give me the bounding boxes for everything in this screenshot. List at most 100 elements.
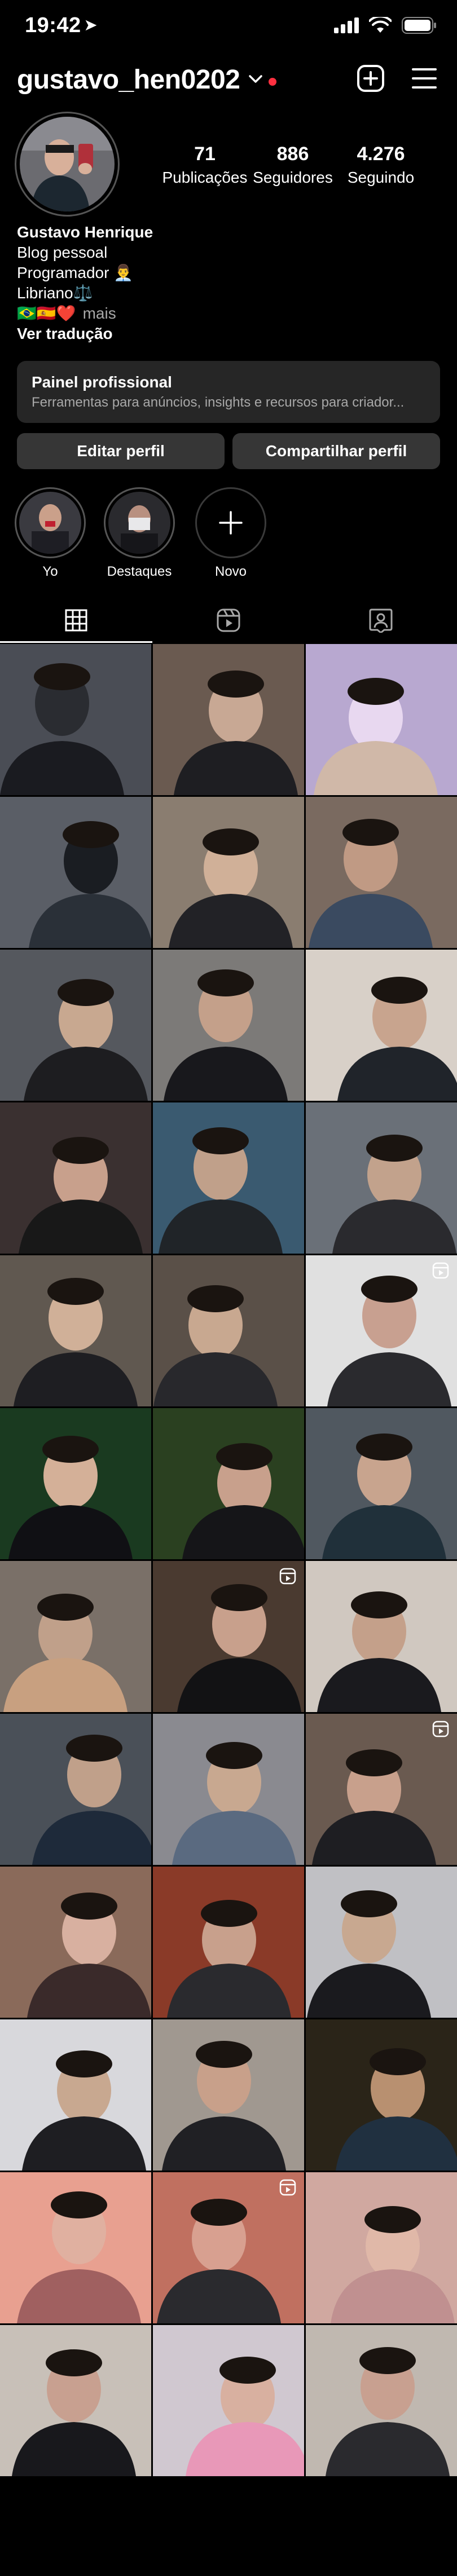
grid-post[interactable] [153,644,304,795]
grid-post[interactable] [306,1561,457,1712]
tab-tagged[interactable] [305,598,457,643]
post-thumbnail [153,2019,304,2171]
post-thumbnail [153,950,304,1101]
signal-icon [334,17,359,33]
grid-post[interactable] [0,1408,151,1559]
reel-badge-icon [432,1721,449,1737]
grid-post[interactable] [306,2172,457,2323]
profile-avatar[interactable] [15,112,120,217]
grid-post[interactable] [0,797,151,948]
battery-icon [402,17,436,34]
post-thumbnail [0,1255,151,1406]
reel-badge-icon [279,1568,296,1585]
post-thumbnail [0,797,151,948]
grid-post[interactable] [153,1867,304,2018]
post-thumbnail [0,1867,151,2018]
grid-post[interactable] [306,1408,457,1559]
post-thumbnail [0,644,151,795]
plus-square-icon[interactable] [357,64,385,92]
share-profile-button[interactable]: Compartilhar perfil [232,433,440,469]
avatar-photo [20,117,115,211]
grid-post[interactable] [153,950,304,1101]
username[interactable]: gustavo_hen0202 [17,64,240,95]
post-thumbnail [153,1714,304,1865]
grid-post[interactable] [0,1714,151,1865]
highlight-yo[interactable]: Yo [14,487,87,580]
grid-post[interactable] [0,1255,151,1406]
reel-badge-icon [279,2179,296,2196]
panel-subtitle: Ferramentas para anúncios, insights e re… [32,395,405,410]
post-thumbnail [306,950,457,1101]
highlight-cover [15,487,86,558]
post-thumbnail [0,2172,151,2323]
stat-following[interactable]: 4.276 Seguindo [333,143,429,187]
post-thumbnail [306,2325,457,2476]
grid-post[interactable] [153,2172,304,2323]
professional-dashboard[interactable]: Painel profissional Ferramentas para anú… [17,361,440,423]
highlight-label: Yo [42,564,58,579]
grid-post[interactable] [153,1408,304,1559]
location-arrow-icon: ➤ [84,16,97,33]
bio-more-link[interactable]: mais [83,305,116,322]
grid-post[interactable] [306,797,457,948]
grid-post[interactable] [0,2325,151,2476]
stat-followers-label: Seguidores [253,169,333,186]
post-thumbnail [306,1561,457,1712]
grid-post[interactable] [153,797,304,948]
post-thumbnail [306,1102,457,1254]
profile-header: gustavo_hen0202 [0,56,457,102]
grid-post[interactable] [306,2325,457,2476]
post-thumbnail [306,1408,457,1559]
bio-line-1: Programador 👨‍💼 [17,264,134,281]
post-thumbnail [0,1408,151,1559]
grid-post[interactable] [306,1714,457,1865]
see-translation-link[interactable]: Ver tradução [17,324,153,344]
grid-post[interactable] [0,2019,151,2171]
stat-posts[interactable]: 71 Publicações [157,143,253,187]
grid-post[interactable] [0,644,151,795]
post-thumbnail [306,2172,457,2323]
edit-profile-button[interactable]: Editar perfil [17,433,225,469]
post-thumbnail [153,1867,304,2018]
grid-post[interactable] [0,950,151,1101]
post-thumbnail [306,1867,457,2018]
grid-post[interactable] [0,1102,151,1254]
grid-post[interactable] [153,1255,304,1406]
highlight-destaques[interactable]: Destaques [103,487,176,580]
post-thumbnail [0,1714,151,1865]
new-highlight-circle [195,487,266,558]
stat-following-label: Seguindo [347,169,415,186]
stat-followers[interactable]: 886 Seguidores [245,143,341,187]
tab-grid[interactable] [0,598,152,643]
hamburger-menu-icon[interactable] [411,67,438,90]
post-thumbnail [306,797,457,948]
grid-post[interactable] [153,1561,304,1712]
grid-post[interactable] [306,644,457,795]
tab-reels[interactable] [152,598,305,643]
stat-posts-label: Publicações [162,169,248,186]
post-thumbnail [0,2019,151,2171]
grid-post[interactable] [306,1255,457,1406]
profile-category: Blog pessoal [17,244,108,261]
grid-post[interactable] [153,1102,304,1254]
grid-post[interactable] [306,1102,457,1254]
highlight-yo-image [19,492,81,554]
post-thumbnail [153,1255,304,1406]
post-thumbnail [153,2325,304,2476]
status-bar: 19:42 ➤ [0,0,457,54]
highlight-new[interactable]: Novo [194,487,267,580]
grid-post[interactable] [153,2325,304,2476]
grid-post[interactable] [0,1867,151,2018]
profile-tabs [0,598,457,643]
grid-post[interactable] [306,950,457,1101]
profile-bio: Gustavo Henrique Blog pessoal Programado… [17,222,153,344]
grid-post[interactable] [153,1714,304,1865]
grid-post[interactable] [0,2172,151,2323]
grid-post[interactable] [306,2019,457,2171]
grid-icon [65,609,87,632]
grid-post[interactable] [306,1867,457,2018]
grid-post[interactable] [153,2019,304,2171]
grid-post[interactable] [0,1561,151,1712]
post-thumbnail [0,1561,151,1712]
chevron-down-icon[interactable] [248,73,263,85]
